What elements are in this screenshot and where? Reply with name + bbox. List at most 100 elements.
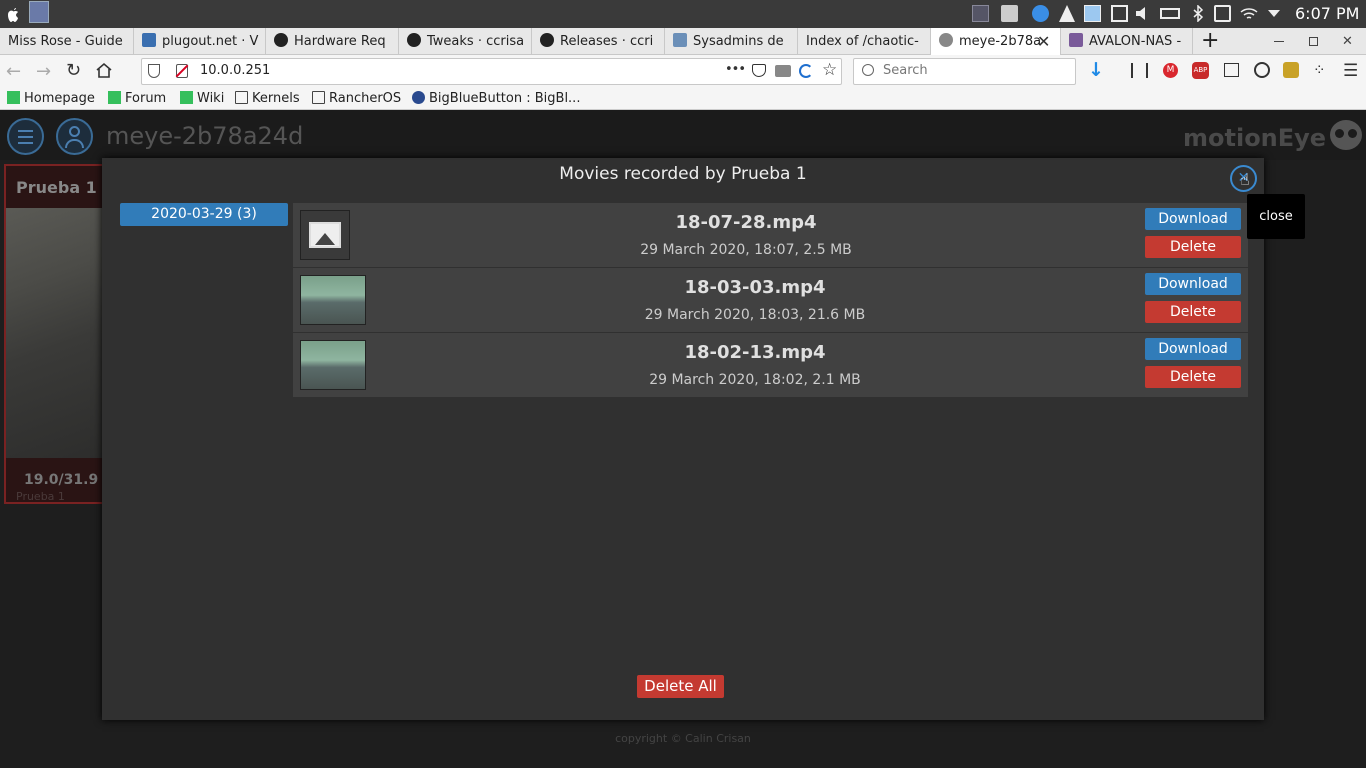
reader-view-icon[interactable]: [775, 65, 791, 77]
tab-plugout[interactable]: plugout.net · V: [134, 28, 266, 55]
shield-icon: [148, 64, 160, 78]
list-item[interactable]: 18-07-28.mp4 29 March 2020, 18:07, 2.5 M…: [293, 203, 1248, 267]
sidebar-icon[interactable]: [1224, 63, 1239, 77]
battery-icon[interactable]: [1160, 8, 1180, 19]
sysadmins-icon: [673, 33, 687, 47]
movie-thumbnail[interactable]: [300, 275, 366, 325]
camera-fps: 19.0/31.9: [24, 472, 99, 488]
back-icon[interactable]: ←: [6, 61, 21, 82]
brand-name: motionEye: [1183, 124, 1327, 152]
window-icon[interactable]: [1084, 5, 1101, 22]
library-icon[interactable]: [1131, 63, 1148, 78]
mega-icon[interactable]: M: [1163, 63, 1178, 78]
movie-meta: 29 March 2020, 18:02, 2.1 MB: [649, 372, 861, 388]
movies-dialog: Movies recorded by Prueba 1 ✕ ☝ 2020-03-…: [102, 158, 1264, 720]
delete-button[interactable]: Delete: [1145, 301, 1241, 323]
github-icon: [274, 33, 288, 47]
menu-arrow-icon[interactable]: [1268, 10, 1280, 17]
manjaro-icon: [180, 91, 193, 104]
list-item[interactable]: 18-02-13.mp4 29 March 2020, 18:02, 2.1 M…: [293, 333, 1248, 397]
bookmarks-toolbar: Homepage Forum Wiki Kernels RancherOS Bi…: [0, 88, 1366, 110]
tab-strip: Miss Rose - Guide plugout.net · V Hardwa…: [0, 28, 1366, 55]
bookmark-rancheros[interactable]: RancherOS: [312, 88, 401, 110]
account-icon[interactable]: [1254, 62, 1270, 78]
download-button[interactable]: Download: [1145, 208, 1241, 230]
bookmark-forum[interactable]: Forum: [108, 88, 166, 110]
sync-icon[interactable]: [799, 64, 813, 78]
screen-icon[interactable]: [972, 5, 989, 22]
trash-icon[interactable]: [1001, 5, 1018, 22]
tab-hardware-req[interactable]: Hardware Req: [266, 28, 399, 55]
list-item[interactable]: 18-03-03.mp4 29 March 2020, 18:03, 21.6 …: [293, 268, 1248, 332]
bookmark-homepage[interactable]: Homepage: [7, 88, 95, 110]
vlc-icon[interactable]: [1059, 5, 1075, 22]
volume-icon[interactable]: [1134, 5, 1151, 22]
dialog-title: Movies recorded by Prueba 1: [559, 164, 807, 184]
minimize-icon[interactable]: [1274, 41, 1284, 42]
bookmark-bigbluebutton[interactable]: BigBlueButton : BigBl...: [412, 88, 580, 110]
search-input[interactable]: Search: [853, 58, 1076, 85]
github-icon: [540, 33, 554, 47]
bluetooth-icon[interactable]: [1190, 4, 1207, 23]
tab-close-icon[interactable]: ✕: [1037, 28, 1050, 55]
info-icon[interactable]: [1032, 5, 1049, 22]
bookmark-star-icon[interactable]: ☆: [822, 60, 837, 80]
hamburger-menu-icon[interactable]: ☰: [1343, 61, 1358, 81]
share-icon[interactable]: ⁘: [1313, 61, 1326, 79]
navigation-toolbar: ← → ↻ 10.0.0.251 ••• ☆ Search ↓ M ABP ⁘ …: [0, 55, 1366, 88]
download-button[interactable]: Download: [1145, 338, 1241, 360]
movie-meta: 29 March 2020, 18:03, 21.6 MB: [644, 307, 866, 323]
main-menu-icon[interactable]: [7, 118, 44, 155]
camera-title: Prueba 1: [16, 178, 97, 197]
adblock-icon[interactable]: ABP: [1192, 62, 1209, 79]
downloads-icon[interactable]: ↓: [1088, 59, 1104, 81]
motioneye-icon: [939, 33, 953, 47]
tab-index-chaotic[interactable]: Index of /chaotic-: [798, 28, 931, 55]
window-close-icon[interactable]: ✕: [1342, 28, 1353, 55]
apple-menu-icon[interactable]: [5, 5, 21, 23]
manjaro-icon: [108, 91, 121, 104]
app-header: meye-2b78a24d motionEye: [0, 110, 1366, 160]
movie-thumbnail[interactable]: [300, 340, 366, 390]
delete-all-button[interactable]: Delete All: [637, 675, 724, 698]
reload-icon[interactable]: ↻: [66, 60, 81, 81]
wifi-icon[interactable]: [1239, 5, 1259, 22]
tab-meye[interactable]: meye-2b78a ✕: [931, 28, 1061, 55]
cursor-icon: ☝: [1240, 170, 1250, 189]
url-bar[interactable]: 10.0.0.251 ••• ☆: [141, 58, 842, 85]
page-actions-icon[interactable]: •••: [725, 62, 746, 77]
delete-button[interactable]: Delete: [1145, 366, 1241, 388]
camera-overlay-text: Prueba 1: [16, 490, 65, 503]
drive-icon[interactable]: [1214, 5, 1231, 22]
movie-name: 18-02-13.mp4: [684, 342, 826, 363]
tab-sysadmins[interactable]: Sysadmins de: [665, 28, 798, 55]
folder-icon: [235, 91, 248, 104]
insecure-lock-icon: [175, 64, 189, 78]
thumbnail-placeholder-icon[interactable]: [300, 210, 350, 260]
movie-name: 18-07-28.mp4: [675, 212, 817, 233]
restore-icon[interactable]: [1309, 37, 1318, 46]
motioneye-page: meye-2b78a24d motionEye Prueba 1 19.0/31…: [0, 110, 1366, 768]
tab-avalon-nas[interactable]: AVALON-NAS -: [1061, 28, 1193, 55]
owl-logo-icon: [1330, 120, 1362, 150]
delete-button[interactable]: Delete: [1145, 236, 1241, 258]
plug-icon: [142, 33, 156, 47]
bookmark-kernels[interactable]: Kernels: [235, 88, 300, 110]
tab-tweaks[interactable]: Tweaks · ccrisa: [399, 28, 532, 55]
camera-frame[interactable]: Prueba 1 19.0/31.9 Prueba 1: [4, 164, 104, 504]
extension-icon[interactable]: [1283, 62, 1299, 78]
clock[interactable]: 6:07 PM: [1295, 4, 1359, 23]
home-icon[interactable]: [95, 61, 113, 83]
user-icon[interactable]: [56, 118, 93, 155]
tab-miss-rose[interactable]: Miss Rose - Guide: [0, 28, 134, 55]
tab-releases[interactable]: Releases · ccri: [532, 28, 665, 55]
pocket-icon[interactable]: [752, 64, 766, 77]
date-group-button[interactable]: 2020-03-29 (3): [120, 203, 288, 226]
forward-icon[interactable]: →: [36, 61, 51, 82]
new-tab-icon[interactable]: +: [1201, 28, 1219, 53]
clipboard-icon[interactable]: [1111, 5, 1128, 22]
download-button[interactable]: Download: [1145, 273, 1241, 295]
folder-icon: [312, 91, 325, 104]
workspace-icon[interactable]: [29, 1, 49, 23]
bookmark-wiki[interactable]: Wiki: [180, 88, 224, 110]
